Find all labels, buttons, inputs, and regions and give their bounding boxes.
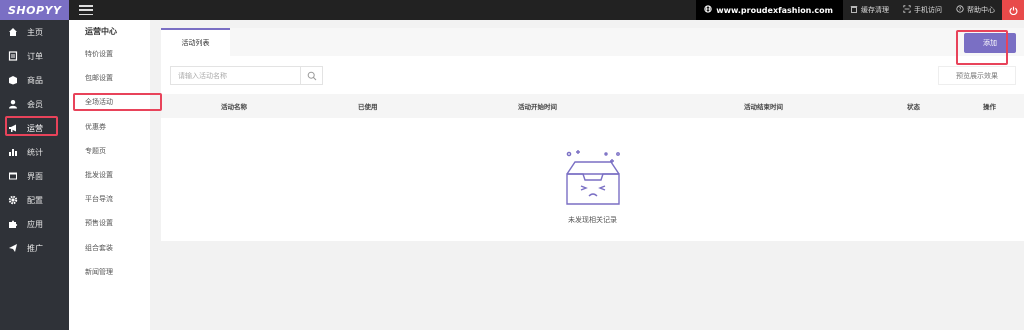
submenu-item-traffic[interactable]: 平台导流 — [69, 187, 150, 211]
submenu-title: 运营中心 — [85, 26, 117, 36]
column-header-start-time: 活动开始时间 — [518, 103, 557, 111]
top-bar: www.proudexfashion.com 缓存清理 手机访问 ? 帮助中心 — [69, 0, 1024, 20]
sidebar-item-label: 统计 — [27, 147, 43, 157]
submenu-item-wholesale[interactable]: 批发设置 — [69, 163, 150, 187]
sidebar-item-interface[interactable]: 界面 — [0, 164, 69, 188]
highlight-add-button — [956, 30, 1008, 65]
search-input[interactable] — [171, 67, 300, 84]
main-sidebar: SHOPYY 主页 订单 商品 会员 运营 统计 界面 配置 应用 推广 — [0, 0, 69, 330]
sidebar-item-promotion[interactable]: 推广 — [0, 236, 69, 260]
sidebar-item-config[interactable]: 配置 — [0, 188, 69, 212]
globe-icon — [704, 5, 712, 15]
preview-button[interactable]: 预览展示效果 — [938, 66, 1016, 85]
menu-toggle-icon[interactable] — [79, 5, 93, 15]
sidebar-item-members[interactable]: 会员 — [0, 92, 69, 116]
mobile-visit-button[interactable]: 手机访问 — [896, 0, 949, 20]
column-header-actions: 操作 — [983, 103, 996, 111]
operations-submenu: 运营中心 特价设置 包邮设置 全场活动 优惠券 专题页 批发设置 平台导流 预售… — [69, 20, 150, 330]
column-header-used: 已使用 — [358, 103, 378, 111]
sidebar-item-label: 商品 — [27, 75, 43, 85]
logo[interactable]: SHOPYY — [0, 0, 69, 20]
empty-state-illustration — [161, 148, 1024, 212]
store-url: www.proudexfashion.com — [716, 5, 833, 15]
puzzle-icon — [8, 219, 18, 229]
sidebar-item-label: 订单 — [27, 51, 43, 61]
sidebar-item-label: 应用 — [27, 219, 43, 229]
submenu-item-free-shipping[interactable]: 包邮设置 — [69, 66, 150, 90]
submenu-item-bundles[interactable]: 组合套装 — [69, 236, 150, 260]
sidebar-item-stats[interactable]: 统计 — [0, 140, 69, 164]
search-icon[interactable] — [300, 67, 322, 84]
main-panel: 活动列表 添加 预览展示效果 活动名称 已使用 活动开始时间 活动结束时间 状态… — [161, 28, 1024, 241]
help-center-button[interactable]: ? 帮助中心 — [949, 0, 1002, 20]
trash-icon — [850, 5, 858, 15]
column-header-status: 状态 — [907, 103, 920, 111]
highlight-site-wide-promo — [73, 93, 162, 111]
tab-bar: 活动列表 添加 — [161, 28, 1024, 56]
bar-chart-icon — [8, 147, 18, 157]
submenu-item-news[interactable]: 新闻管理 — [69, 260, 150, 284]
user-icon — [8, 99, 18, 109]
column-header-end-time: 活动结束时间 — [744, 103, 783, 111]
highlight-operations — [5, 116, 58, 136]
sidebar-item-label: 推广 — [27, 243, 43, 253]
box-icon — [8, 75, 18, 85]
mobile-visit-label: 手机访问 — [914, 6, 942, 14]
home-icon — [8, 27, 18, 37]
submenu-item-topic-pages[interactable]: 专题页 — [69, 139, 150, 163]
tab-activity-list[interactable]: 活动列表 — [161, 28, 230, 56]
table-header: 活动名称 已使用 活动开始时间 活动结束时间 状态 操作 — [161, 94, 1024, 118]
empty-box-icon — [565, 150, 620, 205]
sidebar-item-label: 主页 — [27, 27, 43, 37]
help-icon: ? — [956, 5, 964, 15]
column-header-name: 活动名称 — [221, 103, 247, 111]
gear-icon — [8, 195, 18, 205]
sidebar-item-orders[interactable]: 订单 — [0, 44, 69, 68]
cache-clear-button[interactable]: 缓存清理 — [843, 0, 896, 20]
send-icon — [8, 243, 18, 253]
sidebar-item-label: 会员 — [27, 99, 43, 109]
order-icon — [8, 51, 18, 61]
sidebar-item-apps[interactable]: 应用 — [0, 212, 69, 236]
submenu-item-presale[interactable]: 预售设置 — [69, 211, 150, 235]
cache-clear-label: 缓存清理 — [861, 6, 889, 14]
sidebar-item-home[interactable]: 主页 — [0, 20, 69, 44]
power-icon[interactable] — [1002, 0, 1024, 20]
scan-icon — [903, 5, 911, 15]
topbar-actions: www.proudexfashion.com 缓存清理 手机访问 ? 帮助中心 — [696, 0, 1024, 20]
layout-icon — [8, 171, 18, 181]
sidebar-item-products[interactable]: 商品 — [0, 68, 69, 92]
empty-state-text: 未发现相关记录 — [568, 216, 617, 224]
sidebar-item-label: 配置 — [27, 195, 43, 205]
search-box — [170, 66, 323, 85]
help-center-label: 帮助中心 — [967, 6, 995, 14]
submenu-item-coupons[interactable]: 优惠券 — [69, 115, 150, 139]
submenu-item-special-price[interactable]: 特价设置 — [69, 42, 150, 66]
sidebar-item-label: 界面 — [27, 171, 43, 181]
tab-strip — [230, 28, 1024, 56]
store-link[interactable]: www.proudexfashion.com — [696, 0, 843, 20]
